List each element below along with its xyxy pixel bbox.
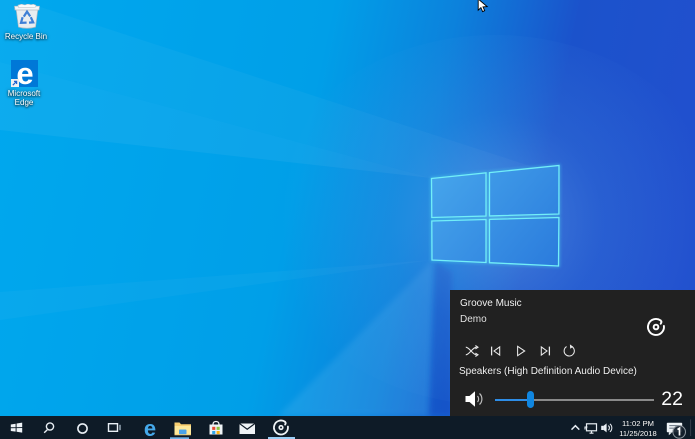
- svg-text:e: e: [144, 416, 156, 439]
